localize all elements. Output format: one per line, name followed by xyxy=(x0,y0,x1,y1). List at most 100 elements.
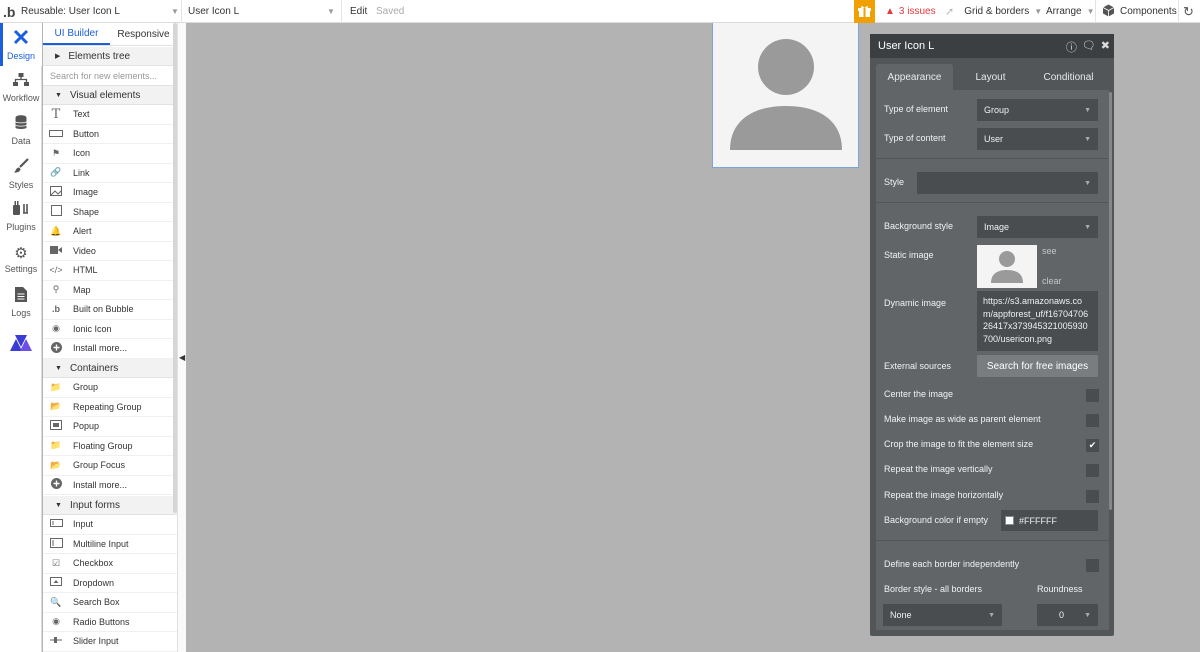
element-search-input[interactable]: Search for new elements... xyxy=(43,66,177,86)
element-label: HTML xyxy=(73,265,98,276)
see-image-link[interactable]: see xyxy=(1042,246,1057,256)
element-video[interactable]: Video xyxy=(43,242,177,261)
nav-settings[interactable]: ⚙ Settings xyxy=(0,238,42,281)
element-built-on-bubble[interactable]: .b Built on Bubble xyxy=(43,300,177,320)
element-group-focus[interactable]: 📂 Group Focus xyxy=(43,456,177,476)
user-avatar-icon xyxy=(730,39,842,150)
floating-folder-icon: 📁 xyxy=(50,440,62,451)
page-dropdown[interactable]: Reusable: User Icon L ▼ xyxy=(21,0,181,23)
search-free-images-button[interactable]: Search for free images xyxy=(977,355,1098,377)
property-editor-scrollbar[interactable] xyxy=(1109,92,1112,510)
static-image-thumbnail[interactable] xyxy=(977,245,1037,288)
type-of-element-select[interactable]: Group ▼ xyxy=(977,99,1098,121)
element-slider-input[interactable]: Slider Input xyxy=(43,632,177,652)
element-multiline-input[interactable]: Multiline Input xyxy=(43,535,177,554)
element-button[interactable]: Button xyxy=(43,125,177,144)
nav-logs[interactable]: Logs xyxy=(0,281,42,324)
element-image[interactable]: Image xyxy=(43,183,177,203)
nav-workflow[interactable]: Workflow xyxy=(0,66,42,109)
element-label: Dropdown xyxy=(73,577,115,588)
components-button[interactable]: Components xyxy=(1102,0,1177,23)
type-of-content-select[interactable]: User ▼ xyxy=(977,128,1098,150)
nav-styles[interactable]: Styles xyxy=(0,152,42,195)
repeat-vertical-label: Repeat the image vertically xyxy=(884,464,993,474)
info-icon[interactable]: ⓘ xyxy=(1066,39,1077,55)
tab-conditional[interactable]: Conditional xyxy=(1028,64,1109,90)
element-dropdown[interactable]: User Icon L ▼ xyxy=(188,0,338,23)
element-repeating-group[interactable]: 📂 Repeating Group xyxy=(43,398,177,417)
clear-image-link[interactable]: clear xyxy=(1042,276,1062,286)
bubble-b-icon: .b xyxy=(52,304,60,315)
element-group[interactable]: 📁 Group xyxy=(43,378,177,398)
element-popup[interactable]: Popup xyxy=(43,417,177,437)
comment-icon[interactable]: 🗨 xyxy=(1082,39,1096,55)
element-ionic-icon[interactable]: ◉ Ionic Icon xyxy=(43,320,177,339)
tab-ui-builder[interactable]: UI Builder xyxy=(43,23,110,45)
border-style-select[interactable]: None ▼ xyxy=(883,604,1002,626)
section-elements-tree[interactable]: ▶ Elements tree xyxy=(43,47,177,66)
element-dropdown-label: User Icon L xyxy=(188,6,240,17)
section-visual-elements[interactable]: ▼ Visual elements xyxy=(43,86,177,105)
element-icon[interactable]: ⚑ Icon xyxy=(43,144,177,164)
crop-image-checkbox[interactable]: ✔ xyxy=(1086,439,1099,452)
edit-menu[interactable]: Edit xyxy=(350,0,367,23)
element-checkbox[interactable]: ☑ Checkbox xyxy=(43,554,177,574)
undo-icon[interactable]: ↻ xyxy=(1183,0,1194,23)
element-dropdown[interactable]: Dropdown xyxy=(43,574,177,593)
element-search-box[interactable]: 🔍 Search Box xyxy=(43,593,177,613)
property-editor-header[interactable]: User Icon L ⓘ 🗨 ✖ xyxy=(870,34,1114,58)
dynamic-image-field[interactable]: https://s3.amazonaws.com/appforest_uf/f1… xyxy=(977,291,1098,351)
canvas-user-icon-element[interactable] xyxy=(712,23,859,168)
element-alert[interactable]: 🔔 Alert xyxy=(43,222,177,242)
tab-layout[interactable]: Layout xyxy=(953,64,1028,90)
divider xyxy=(341,0,342,23)
element-radio-buttons[interactable]: ◉ Radio Buttons xyxy=(43,613,177,632)
builder-tabs: UI Builder Responsive xyxy=(43,23,177,46)
element-link[interactable]: 🔗 Link xyxy=(43,164,177,183)
element-label: Install more... xyxy=(73,343,128,354)
roundness-label: Roundness xyxy=(1037,584,1083,594)
arrange-menu[interactable]: Arrange ▼ xyxy=(1046,0,1095,23)
element-shape[interactable]: Shape xyxy=(43,203,177,222)
collapse-panel-handle[interactable]: ◀ xyxy=(177,23,186,652)
element-input[interactable]: Input xyxy=(43,515,177,535)
roundness-input[interactable]: 0 ▼ xyxy=(1037,604,1098,626)
element-map[interactable]: ⚲ Map xyxy=(43,281,177,300)
property-editor: User Icon L ⓘ 🗨 ✖ Appearance Layout Cond… xyxy=(870,34,1114,636)
tab-appearance[interactable]: Appearance xyxy=(876,64,953,90)
ui-builder-panel: UI Builder Responsive ▶ Elements tree Se… xyxy=(43,23,177,652)
color-swatch[interactable] xyxy=(1005,516,1014,525)
property-editor-tabs: Appearance Layout Conditional xyxy=(876,64,1109,90)
element-install-more[interactable]: Install more... xyxy=(43,339,177,359)
bg-color-field[interactable]: #FFFFFF xyxy=(1001,510,1098,531)
tab-responsive[interactable]: Responsive xyxy=(110,23,177,45)
repeat-vertical-checkbox[interactable] xyxy=(1086,464,1099,477)
element-label: Search Box xyxy=(73,597,120,608)
section-containers[interactable]: ▼ Containers xyxy=(43,359,177,378)
define-borders-checkbox[interactable] xyxy=(1086,559,1099,572)
element-label: Text xyxy=(73,109,90,120)
wide-as-parent-checkbox[interactable] xyxy=(1086,414,1099,427)
element-text[interactable]: T Text xyxy=(43,105,177,125)
element-floating-group[interactable]: 📁 Floating Group xyxy=(43,437,177,456)
section-input-forms[interactable]: ▼ Input forms xyxy=(43,496,177,515)
grid-borders-toggle[interactable]: ➚ Grid & borders ▼ xyxy=(945,0,1042,23)
center-image-checkbox[interactable] xyxy=(1086,389,1099,402)
element-html[interactable]: </> HTML xyxy=(43,261,177,281)
plus-circle-icon xyxy=(49,341,63,355)
issues-indicator[interactable]: ▲ 3 issues xyxy=(885,0,936,23)
gift-icon[interactable] xyxy=(854,0,875,23)
repeat-horizontal-checkbox[interactable] xyxy=(1086,490,1099,503)
button-icon xyxy=(49,129,63,139)
nav-design[interactable]: Design xyxy=(0,23,42,66)
element-label: Button xyxy=(73,128,100,139)
nav-data[interactable]: Data xyxy=(0,109,42,152)
bubble-logo[interactable]: .b xyxy=(3,0,15,23)
close-icon[interactable]: ✖ xyxy=(1101,39,1110,55)
style-select[interactable]: ▼ xyxy=(917,172,1098,194)
nav-plugins[interactable]: Plugins xyxy=(0,195,42,238)
element-install-more-containers[interactable]: Install more... xyxy=(43,476,177,495)
app-logo-icon[interactable] xyxy=(0,335,42,355)
bell-icon: 🔔 xyxy=(50,225,62,236)
background-style-select[interactable]: Image ▼ xyxy=(977,216,1098,238)
